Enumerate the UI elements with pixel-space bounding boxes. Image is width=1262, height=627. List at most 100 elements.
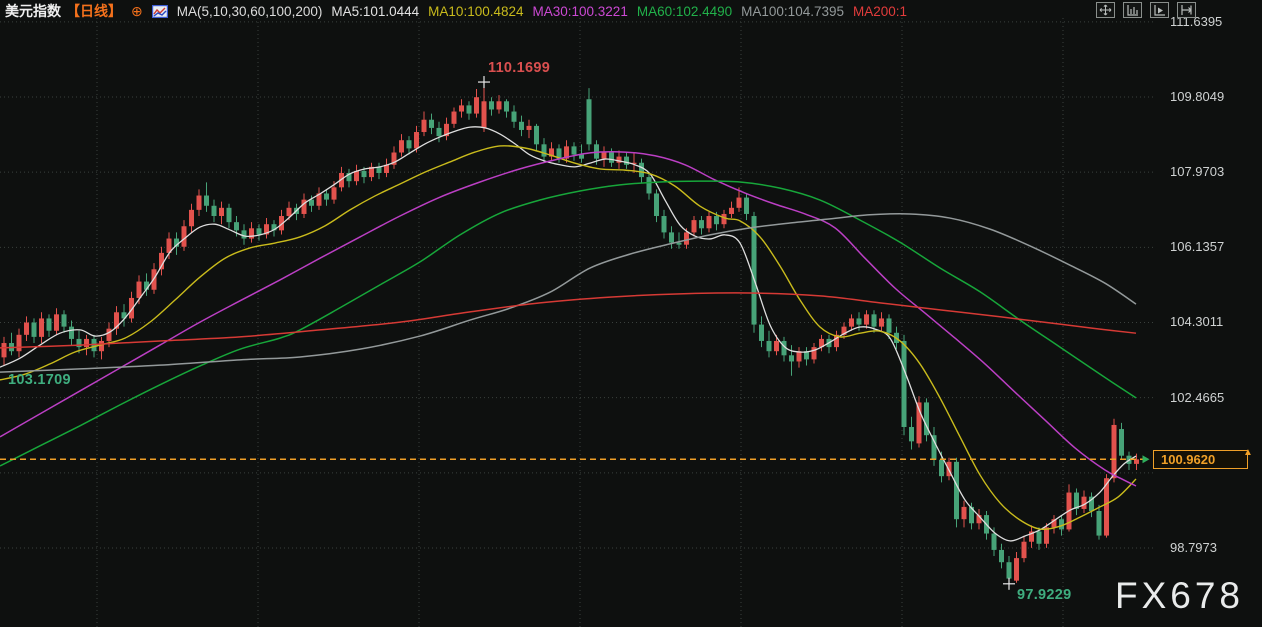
candle-body[interactable]	[496, 101, 502, 110]
candle-body[interactable]	[136, 281, 142, 298]
candle-body[interactable]	[219, 207, 224, 217]
timeframe-label[interactable]: 【日线】	[66, 1, 122, 21]
candle-body[interactable]	[54, 314, 59, 331]
candle-body[interactable]	[474, 97, 479, 114]
candle-body[interactable]	[721, 213, 727, 225]
candle-body[interactable]	[601, 152, 607, 159]
candle-body[interactable]	[324, 193, 329, 200]
candle-body[interactable]	[181, 226, 187, 247]
candle-body[interactable]	[234, 222, 239, 231]
scroll-to-latest-arrow-icon[interactable]: ▲	[1243, 447, 1253, 458]
candle-body[interactable]	[46, 318, 52, 331]
candle-body[interactable]	[526, 125, 532, 130]
jump-latest-button[interactable]	[1177, 2, 1196, 18]
add-compare-icon[interactable]: ⊕	[131, 4, 143, 18]
candle-body[interactable]	[286, 207, 292, 217]
candle-body[interactable]	[654, 193, 659, 217]
candle-body[interactable]	[849, 318, 854, 327]
pan-crosshair-button[interactable]	[1096, 2, 1115, 18]
candle-body[interactable]	[421, 119, 427, 133]
candle-body[interactable]	[1014, 558, 1019, 581]
candle-body[interactable]	[519, 121, 524, 130]
candle-body[interactable]	[811, 347, 817, 360]
candle-body[interactable]	[84, 338, 89, 348]
candle-body[interactable]	[796, 351, 802, 362]
candle-body[interactable]	[241, 230, 247, 239]
candle-body[interactable]	[406, 140, 412, 149]
candle-body[interactable]	[864, 314, 869, 325]
candle-body[interactable]	[954, 461, 959, 520]
candle-body[interactable]	[361, 170, 367, 178]
candle-body[interactable]	[309, 199, 314, 206]
candle-body[interactable]	[999, 549, 1004, 563]
candle-body[interactable]	[706, 216, 712, 229]
candle-body[interactable]	[961, 506, 967, 520]
candle-body[interactable]	[541, 144, 547, 157]
candle-body[interactable]	[766, 340, 772, 352]
candle-body[interactable]	[676, 242, 682, 245]
candle-body[interactable]	[196, 195, 202, 210]
candle-body[interactable]	[736, 197, 742, 208]
candle-body[interactable]	[1006, 562, 1012, 579]
candle-body[interactable]	[204, 195, 209, 206]
candle-body[interactable]	[991, 533, 997, 550]
candle-body[interactable]	[31, 322, 37, 337]
candle-body[interactable]	[789, 355, 794, 362]
candle-body[interactable]	[481, 101, 487, 128]
candle-body[interactable]	[879, 318, 884, 327]
candlestick-chart[interactable]	[0, 0, 1262, 627]
candle-body[interactable]	[699, 220, 704, 229]
candle-body[interactable]	[939, 459, 944, 477]
candle-body[interactable]	[226, 207, 232, 223]
candle-body[interactable]	[16, 334, 22, 352]
candle-body[interactable]	[489, 101, 494, 110]
candle-body[interactable]	[684, 232, 689, 245]
candle-body[interactable]	[256, 228, 262, 235]
candle-body[interactable]	[624, 156, 629, 165]
candle-body[interactable]	[639, 162, 644, 178]
candle-body[interactable]	[646, 177, 652, 194]
candle-body[interactable]	[744, 197, 749, 214]
candle-body[interactable]	[729, 207, 734, 214]
candle-body[interactable]	[691, 220, 697, 233]
candle-body[interactable]	[1119, 429, 1124, 456]
candle-body[interactable]	[534, 125, 539, 145]
candle-body[interactable]	[571, 146, 577, 155]
candle-body[interactable]	[1096, 510, 1102, 536]
candle-body[interactable]	[901, 340, 907, 428]
candle-body[interactable]	[414, 132, 419, 149]
candle-body[interactable]	[466, 105, 472, 114]
candle-body[interactable]	[1021, 541, 1027, 559]
candle-body[interactable]	[106, 328, 112, 341]
line-chart-icon[interactable]	[151, 4, 168, 18]
candle-body[interactable]	[609, 152, 614, 163]
candle-body[interactable]	[1036, 531, 1042, 544]
axis-scale-button[interactable]	[1123, 2, 1142, 18]
candle-body[interactable]	[1081, 496, 1087, 509]
candle-body[interactable]	[331, 187, 337, 200]
candle-body[interactable]	[39, 318, 44, 337]
candle-body[interactable]	[459, 105, 464, 112]
candle-body[interactable]	[99, 340, 104, 352]
candle-body[interactable]	[909, 427, 914, 442]
candle-body[interactable]	[249, 228, 254, 239]
candle-body[interactable]	[451, 111, 457, 124]
candle-body[interactable]	[1, 343, 7, 358]
candle-body[interactable]	[886, 318, 892, 333]
candle-body[interactable]	[871, 314, 877, 327]
candle-body[interactable]	[511, 111, 517, 122]
candle-body[interactable]	[69, 326, 74, 339]
candle-body[interactable]	[429, 119, 434, 128]
candle-body[interactable]	[504, 101, 509, 112]
axis-play-button[interactable]	[1150, 2, 1169, 18]
candle-body[interactable]	[714, 216, 719, 225]
candle-body[interactable]	[1111, 424, 1117, 479]
candle-body[interactable]	[856, 318, 862, 325]
candle-body[interactable]	[586, 99, 592, 145]
candle-body[interactable]	[669, 232, 674, 243]
candle-body[interactable]	[399, 140, 404, 153]
candle-body[interactable]	[759, 324, 764, 341]
ma-settings-label[interactable]: MA(5,10,30,60,100,200)	[177, 4, 323, 19]
candle-body[interactable]	[1134, 459, 1139, 464]
candle-body[interactable]	[24, 322, 29, 335]
